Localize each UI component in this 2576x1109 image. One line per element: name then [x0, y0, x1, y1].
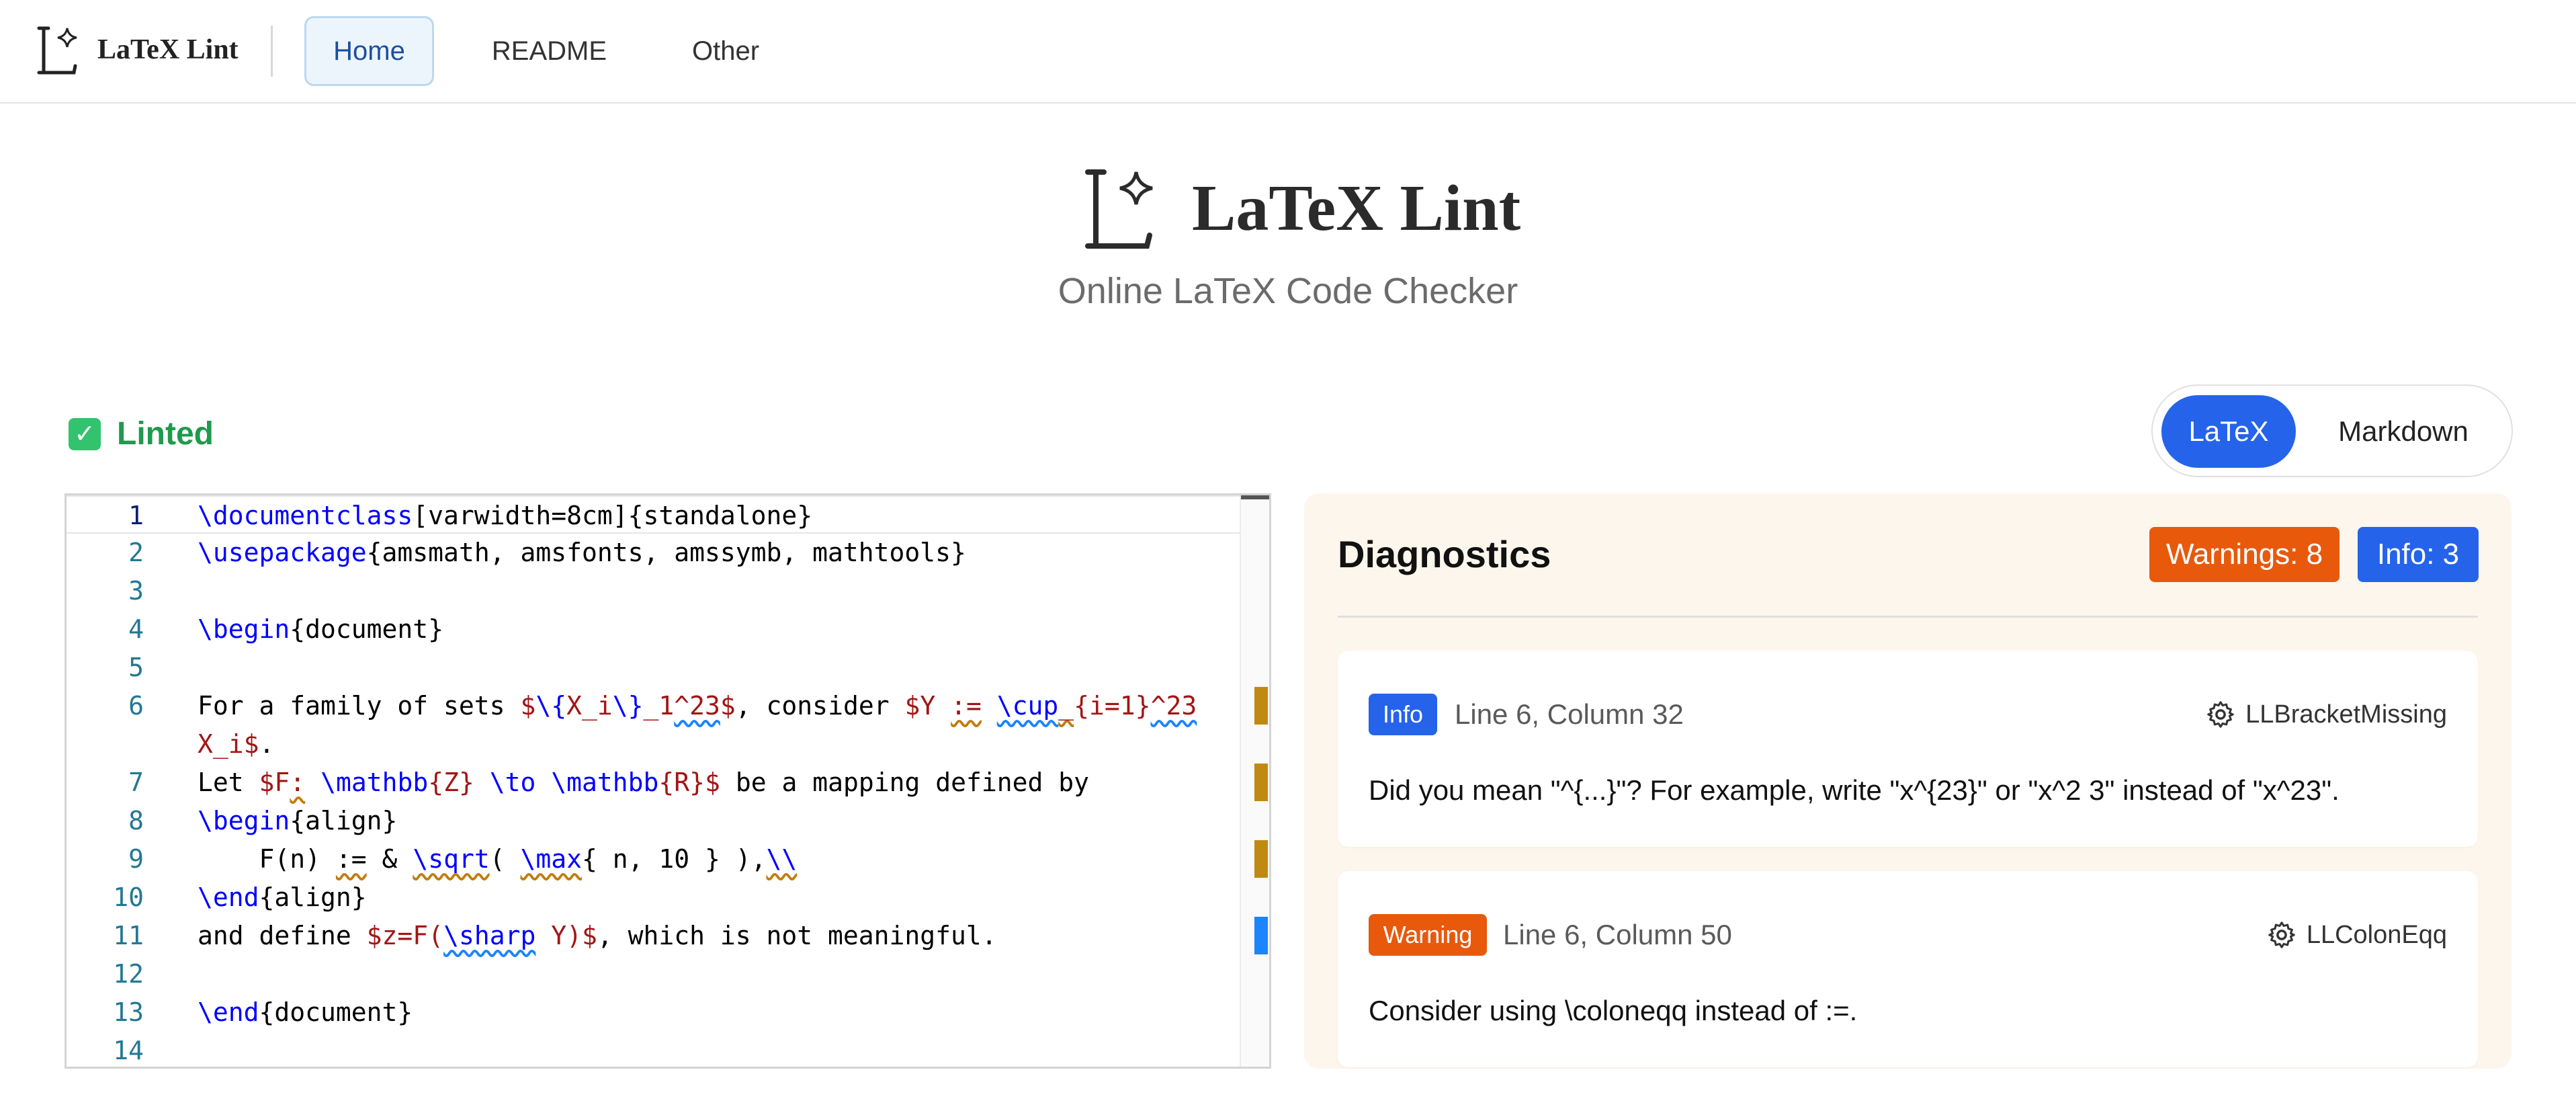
nav-tab-other[interactable]: Other — [664, 16, 787, 86]
code-line-text[interactable]: F(n) := & \sqrt( \max{ n, 10 } ),\\ — [198, 840, 798, 878]
editor-text-area[interactable]: 1 \documentclass[varwidth=8cm]{standalon… — [67, 495, 1249, 1067]
code-line-text[interactable]: \documentclass[varwidth=8cm]{standalone} — [198, 497, 812, 535]
nav-brand-title[interactable]: LaTeX Lint — [97, 34, 239, 66]
code-line[interactable]: 12 — [67, 955, 1244, 993]
code-line[interactable]: 6 For a family of sets $\{X_i\}_1^23$, c… — [67, 687, 1244, 725]
editor-overview-ruler[interactable] — [1240, 495, 1269, 1067]
code-line-text[interactable]: Let $F: \mathbb{Z} \to \mathbb{R}$ be a … — [198, 764, 1089, 802]
line-number: 13 — [113, 997, 144, 1027]
code-line-text[interactable]: \begin{align} — [198, 802, 397, 840]
diagnostics-divider — [1338, 616, 2478, 618]
top-navigation-bar: LaTeX Lint Home README Other — [0, 0, 2576, 104]
diagnostic-rule[interactable]: LLColonEqq — [2266, 914, 2447, 956]
ruler-warning-marker[interactable] — [1254, 764, 1268, 801]
nav-tab-readme[interactable]: README — [470, 16, 628, 86]
code-line[interactable]: 10 \end{align} — [67, 878, 1244, 917]
ruler-warning-marker[interactable] — [1254, 840, 1268, 878]
latex-lint-logo-icon[interactable] — [35, 26, 79, 77]
gear-icon — [2207, 701, 2234, 728]
ruler-info-marker[interactable] — [1254, 917, 1268, 954]
code-editor[interactable]: 1 \documentclass[varwidth=8cm]{standalon… — [65, 493, 1271, 1069]
line-number: 5 — [128, 653, 144, 682]
line-number: 6 — [128, 691, 144, 721]
diagnostic-message: Did you mean "^{...}"? For example, writ… — [1369, 774, 2339, 806]
code-line[interactable]: 13 \end{document} — [67, 993, 1244, 1032]
code-line[interactable]: 4 \begin{document} — [67, 610, 1244, 649]
diagnostic-rule-name: LLColonEqq — [2306, 920, 2447, 949]
nav-divider — [271, 26, 273, 77]
gear-icon — [2268, 921, 2295, 948]
line-number: 3 — [128, 576, 144, 606]
warnings-count-badge: Warnings: 8 — [2149, 527, 2339, 582]
severity-badge-info: Info — [1369, 694, 1437, 735]
diagnostic-location[interactable]: Line 6, Column 32 — [1455, 694, 1684, 735]
code-line-wrapped[interactable]: X_i$. — [67, 725, 1244, 764]
diagnostic-message: Consider using \coloneqq instead of :=. — [1369, 995, 1858, 1026]
line-number: 8 — [128, 806, 144, 835]
language-mode-toggle: LaTeX Markdown — [2151, 384, 2513, 477]
code-line[interactable]: 1 \documentclass[varwidth=8cm]{standalon… — [67, 495, 1244, 534]
diagnostic-rule-name: LLBracketMissing — [2245, 700, 2447, 729]
severity-badge-warning: Warning — [1369, 914, 1487, 956]
line-number: 9 — [128, 844, 144, 874]
diagnostic-rule[interactable]: LLBracketMissing — [2205, 694, 2447, 735]
info-count-badge: Info: 3 — [2358, 527, 2479, 582]
line-number: 11 — [113, 921, 144, 950]
code-line-text[interactable]: For a family of sets $\{X_i\}_1^23$, con… — [198, 687, 1197, 725]
mode-markdown-button[interactable]: Markdown — [2303, 395, 2504, 468]
line-number: 1 — [128, 501, 144, 530]
line-number: 14 — [113, 1036, 144, 1065]
mode-latex-button[interactable]: LaTeX — [2161, 395, 2296, 468]
code-line[interactable]: 11 and define $z=F(\sharp Y)$, which is … — [67, 917, 1244, 955]
diagnostics-title: Diagnostics — [1338, 533, 1551, 575]
scrollbar-thumb[interactable] — [1241, 495, 1269, 499]
diagnostic-location[interactable]: Line 6, Column 50 — [1503, 914, 1732, 956]
code-line[interactable]: 5 — [67, 649, 1244, 687]
code-line-text[interactable]: X_i$. — [198, 725, 274, 764]
code-line-text[interactable]: \end{align} — [198, 878, 367, 917]
code-line[interactable]: 9 F(n) := & \sqrt( \max{ n, 10 } ),\\ — [67, 840, 1244, 878]
line-number: 12 — [113, 959, 144, 989]
line-number: 10 — [113, 882, 144, 912]
line-number: 4 — [128, 614, 144, 644]
hero-logo-icon — [1085, 169, 1153, 249]
lint-status: ✓ Linted — [69, 415, 214, 452]
diagnostics-panel: Diagnostics Warnings: 8 Info: 3 Info Lin… — [1304, 493, 2511, 1069]
diagnostic-card[interactable]: Info Line 6, Column 32 LLBracketMissing … — [1338, 651, 2478, 847]
page-title: LaTeX Lint — [1192, 172, 1521, 245]
nav-tab-home[interactable]: Home — [304, 16, 434, 86]
code-line[interactable]: 8 \begin{align} — [67, 802, 1244, 840]
lint-status-label: Linted — [117, 416, 214, 452]
line-number: 2 — [128, 538, 144, 567]
code-line-text[interactable]: \end{document} — [198, 993, 413, 1032]
code-line-text[interactable]: \usepackage{amsmath, amsfonts, amssymb, … — [198, 534, 966, 572]
code-line[interactable]: 7 Let $F: \mathbb{Z} \to \mathbb{R}$ be … — [67, 764, 1244, 802]
ruler-warning-marker[interactable] — [1254, 687, 1268, 725]
code-line[interactable]: 2 \usepackage{amsmath, amsfonts, amssymb… — [67, 534, 1244, 572]
code-line-text[interactable]: and define $z=F(\sharp Y)$, which is not… — [198, 917, 997, 955]
line-number: 7 — [128, 768, 144, 797]
check-icon: ✓ — [69, 417, 101, 450]
code-line[interactable]: 3 — [67, 572, 1244, 610]
code-line[interactable]: 14 — [67, 1032, 1244, 1067]
diagnostic-card[interactable]: Warning Line 6, Column 50 LLColonEqq Con… — [1338, 871, 2478, 1067]
code-line-text[interactable]: \begin{document} — [198, 610, 443, 649]
page-subtitle: Online LaTeX Code Checker — [1058, 271, 1518, 311]
